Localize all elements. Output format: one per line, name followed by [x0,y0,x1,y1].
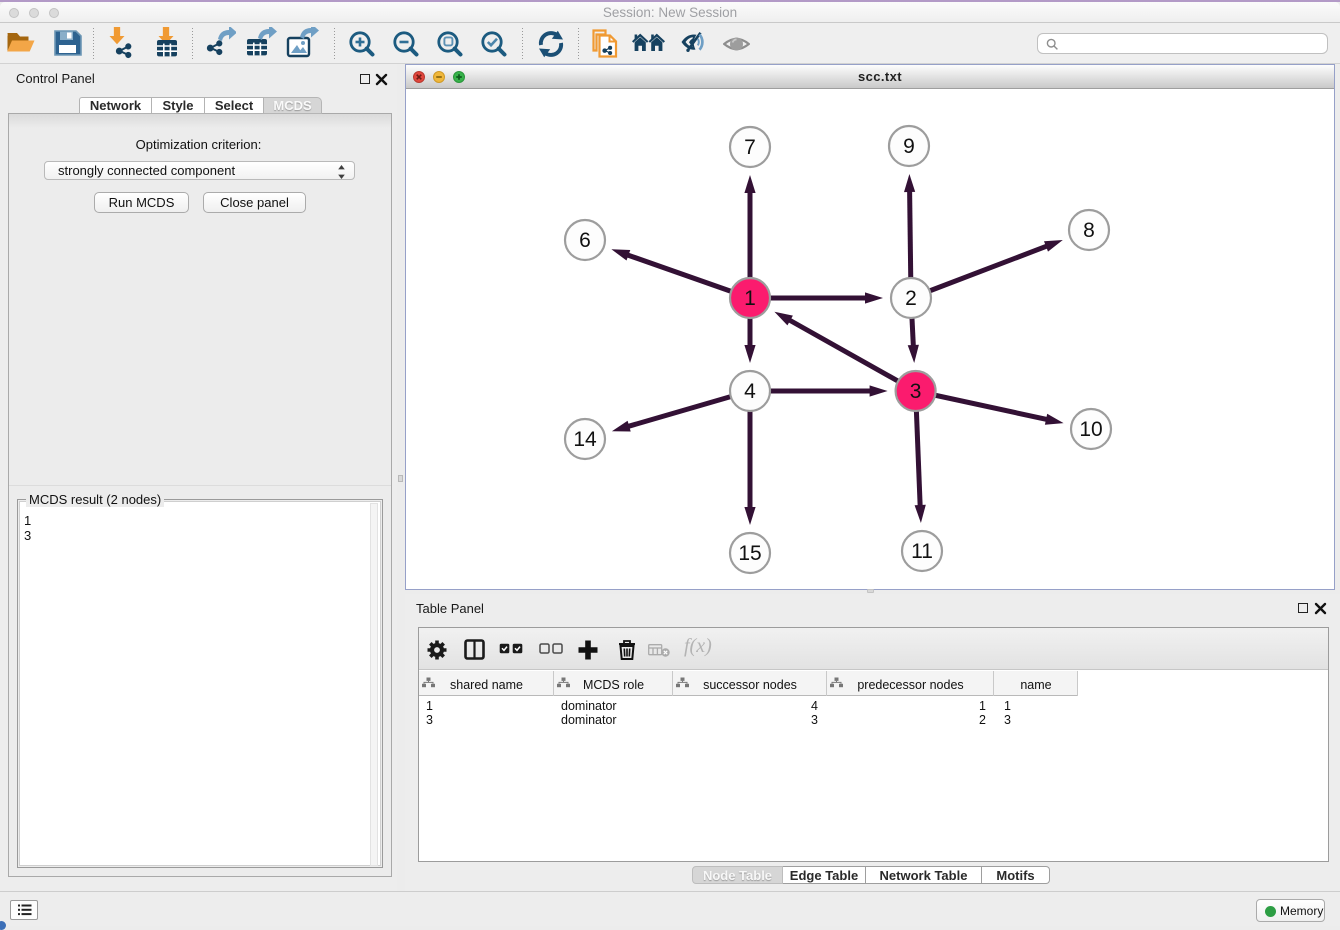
svg-text:2: 2 [905,287,917,310]
svg-text:7: 7 [744,136,756,159]
svg-text:11: 11 [911,540,933,563]
svg-text:6: 6 [579,229,591,252]
svg-text:1: 1 [744,287,756,310]
svg-text:15: 15 [738,542,761,565]
svg-text:3: 3 [910,380,922,403]
svg-text:8: 8 [1083,219,1095,242]
svg-text:14: 14 [573,428,597,451]
svg-text:4: 4 [744,380,756,403]
svg-text:10: 10 [1079,418,1102,441]
svg-text:9: 9 [903,135,915,158]
